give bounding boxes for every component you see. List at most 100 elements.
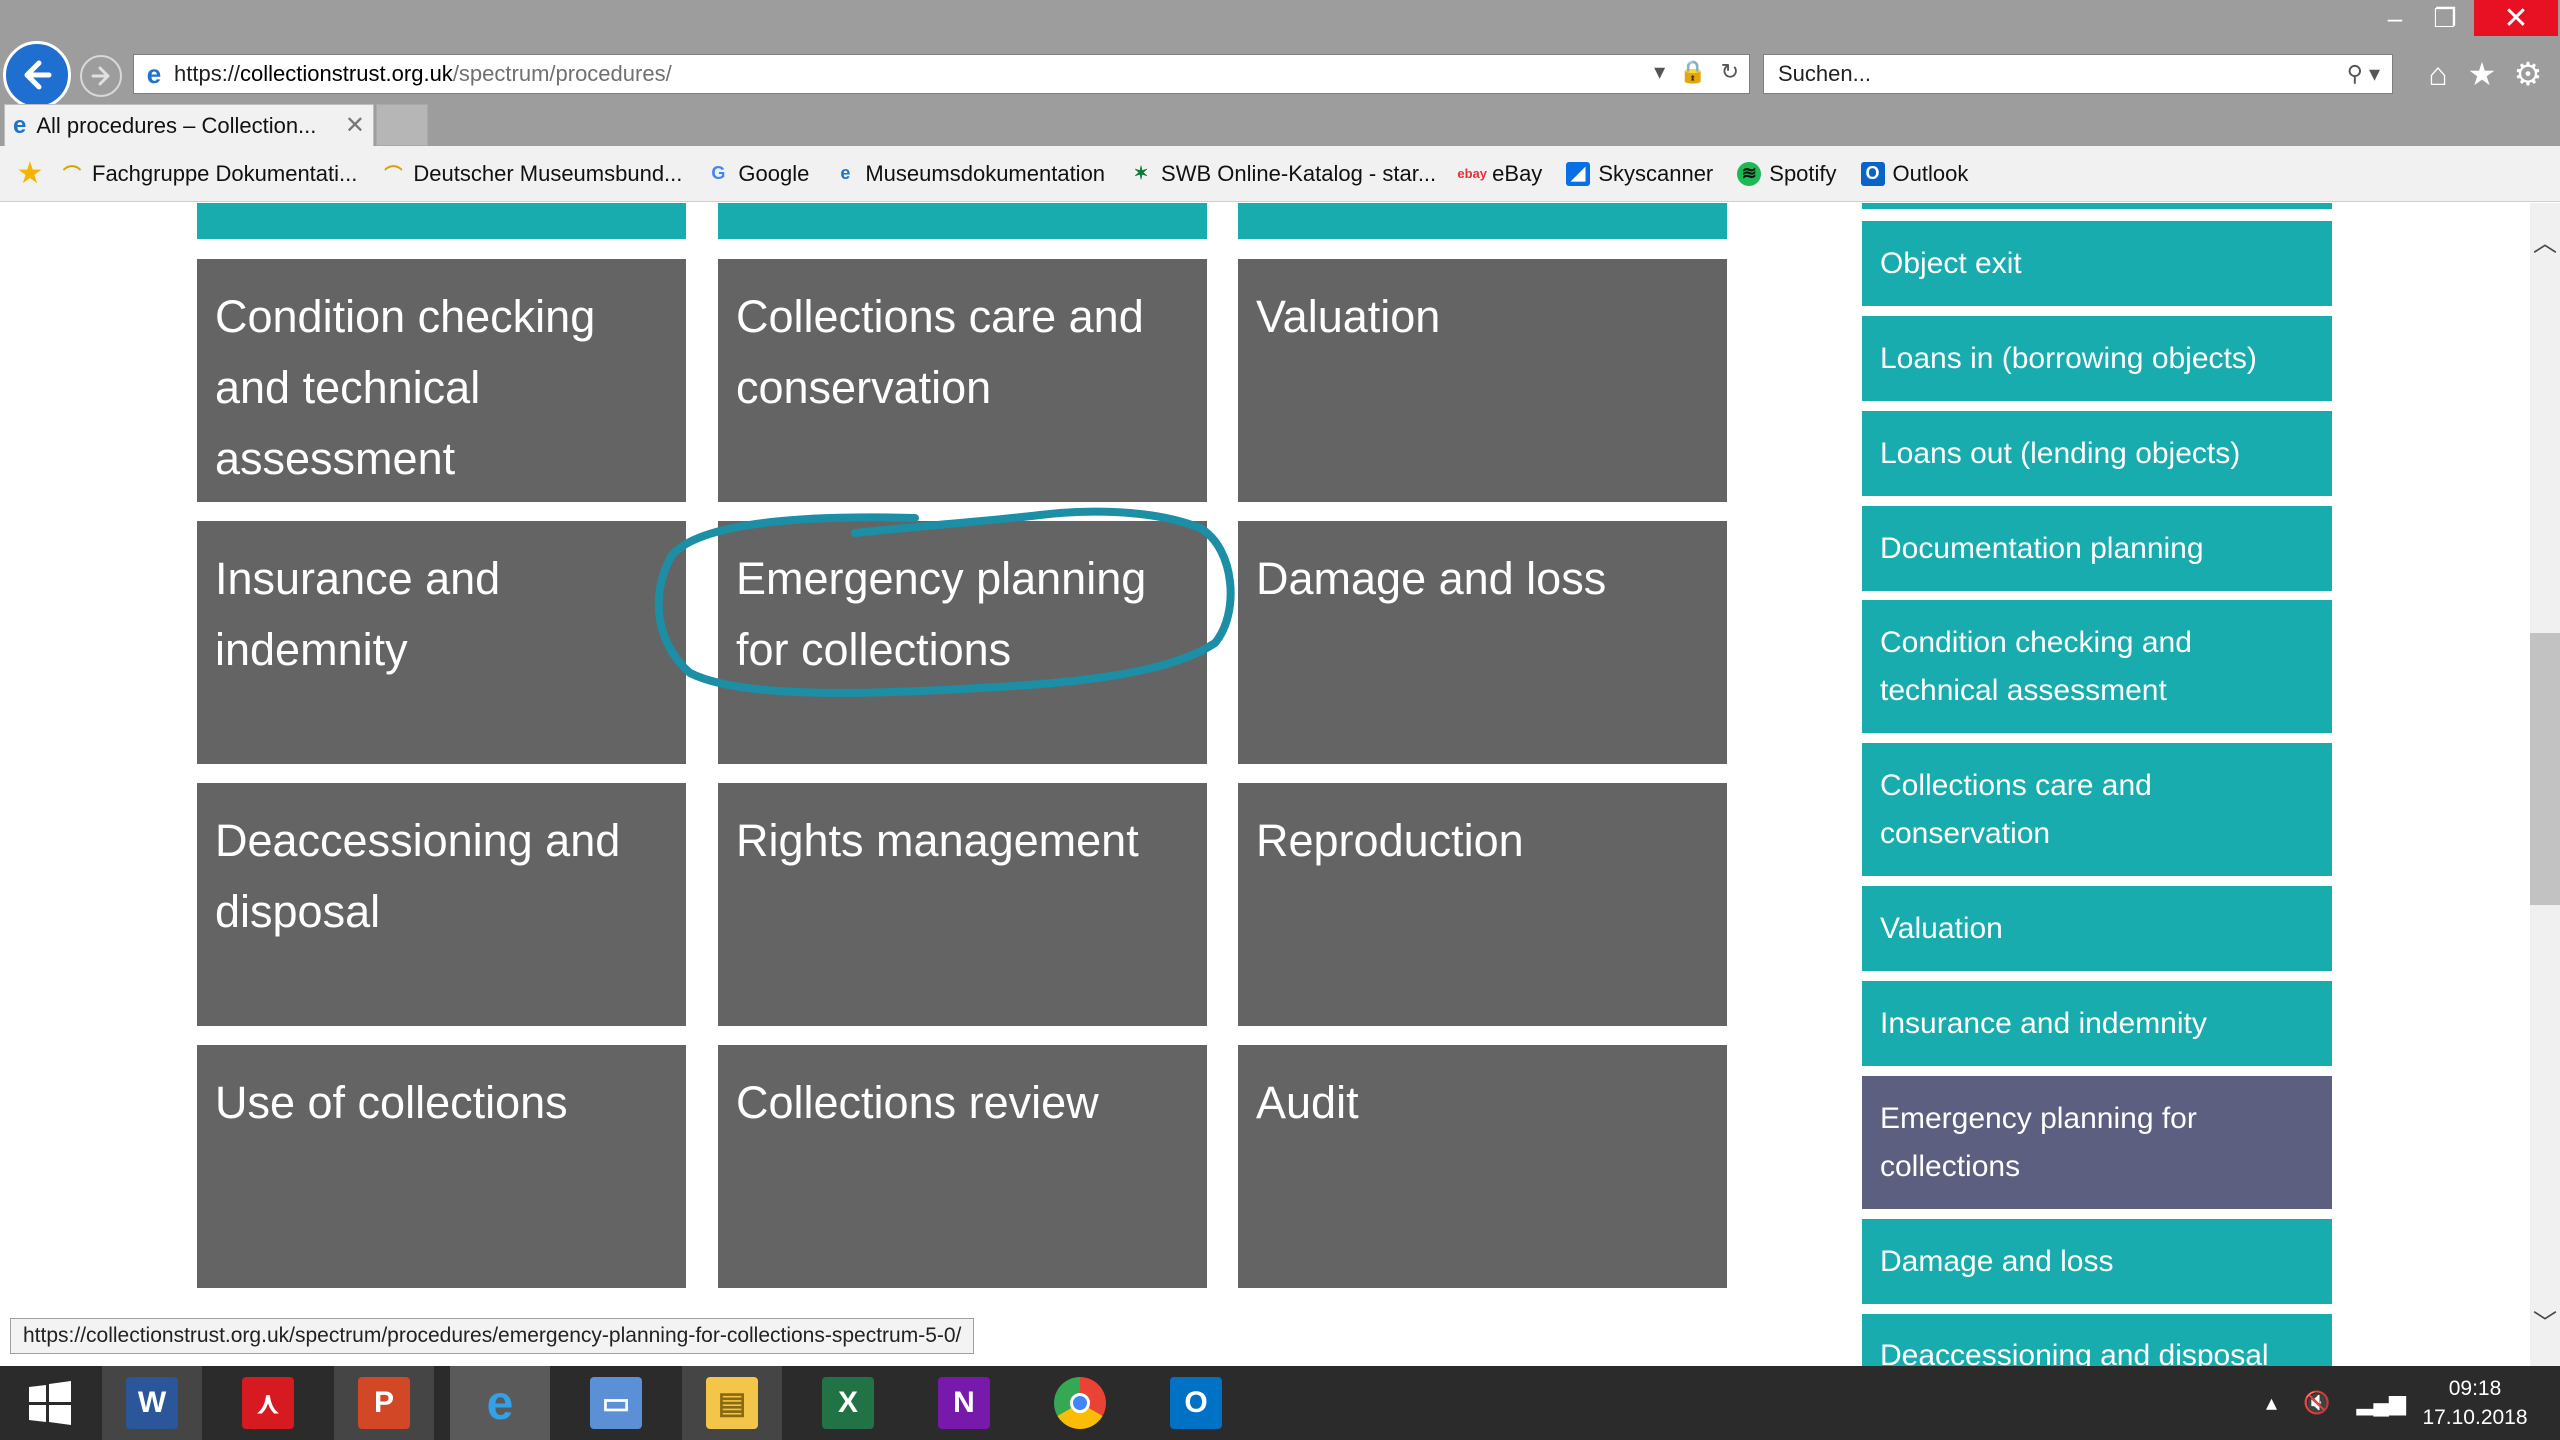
search-icon[interactable]: ⚲ ▾ (2347, 61, 2380, 87)
address-path: /spectrum/procedures/ (452, 61, 672, 86)
volume-muted-icon[interactable]: 🔇 (2303, 1390, 2330, 1416)
taskbar-outlook[interactable]: O (1146, 1366, 1246, 1440)
tab-all-procedures[interactable]: e All procedures – Collection... ✕ (4, 104, 374, 146)
favorite-link[interactable]: ⌒ Deutscher Museumsbund... (381, 161, 682, 187)
taskbar-onenote[interactable]: N (914, 1366, 1014, 1440)
procedure-tile[interactable]: Collections review (718, 1045, 1207, 1288)
google-icon: G (711, 163, 726, 183)
sidebar-item-label: Documentation planning (1880, 531, 2204, 565)
scrollbar-thumb[interactable] (2530, 633, 2560, 905)
sidebar-item[interactable]: Collections care and conservation (1862, 743, 2332, 876)
sidebar-item-cutoff[interactable] (1862, 203, 2332, 209)
address-scheme: https:// (174, 61, 241, 86)
procedure-tile[interactable]: Use of collections (197, 1045, 686, 1288)
scroll-up-arrow-icon[interactable]: ︿ (2530, 223, 2560, 258)
procedure-tile[interactable]: Valuation (1238, 259, 1727, 502)
restore-button[interactable]: ❐ (2420, 0, 2470, 36)
tile-cutoff[interactable] (718, 203, 1207, 239)
sidebar-item[interactable]: Valuation (1862, 886, 2332, 971)
sidebar-item[interactable]: Condition checking and technical assessm… (1862, 600, 2332, 733)
scroll-down-arrow-icon[interactable]: ﹀ (2530, 1303, 2560, 1338)
procedure-tile[interactable]: Reproduction (1238, 783, 1727, 1026)
procedure-tile[interactable]: Rights management (718, 783, 1207, 1026)
favorite-link[interactable]: ebay eBay (1457, 161, 1542, 187)
favorite-link[interactable]: O Outlook (1860, 160, 1969, 187)
address-bar[interactable]: e https://collectionstrust.org.uk/spectr… (133, 54, 1750, 94)
refresh-icon[interactable]: ↻ (1721, 59, 1739, 85)
taskbar-file-explorer[interactable]: ▤ (682, 1366, 782, 1440)
tile-cutoff[interactable] (197, 203, 686, 239)
taskbar-excel[interactable]: X (798, 1366, 898, 1440)
tray-expand-icon[interactable]: ▴ (2266, 1390, 2277, 1416)
procedure-tile[interactable]: Damage and loss (1238, 521, 1727, 764)
procedure-tile[interactable]: Audit (1238, 1045, 1727, 1288)
forward-button[interactable] (80, 55, 122, 97)
sidebar-item[interactable]: Deaccessioning and disposal (1862, 1314, 2332, 1366)
taskbar-clock[interactable]: 09:18 17.10.2018 (2400, 1374, 2550, 1432)
windows-logo-icon (29, 1381, 71, 1425)
taskbar-acrobat[interactable]: ⋏ (218, 1366, 318, 1440)
favorite-label: Outlook (1892, 160, 1969, 186)
taskbar-internet-explorer[interactable]: e (450, 1366, 550, 1440)
network-signal-icon[interactable]: ▂▄▆ (2356, 1390, 2405, 1416)
ie-icon: e (486, 1376, 514, 1430)
procedure-tile-emergency-planning[interactable]: Emergency planning for collections (718, 521, 1207, 764)
close-window-button[interactable]: ✕ (2474, 0, 2558, 36)
tile-label: Valuation (1256, 291, 1441, 342)
tab-close-icon[interactable]: ✕ (345, 111, 365, 140)
page-viewport: Condition checking and technical assessm… (0, 203, 2530, 1366)
sidebar-item-label: Condition checking and technical assessm… (1880, 625, 2192, 707)
lock-icon[interactable]: 🔒 (1679, 59, 1706, 85)
sidebar-item[interactable]: Documentation planning (1862, 506, 2332, 591)
favorite-label: Museumsdokumentation (865, 160, 1106, 186)
settings-gear-icon[interactable]: ⚙ (2508, 54, 2548, 94)
favorite-link[interactable]: e Museumsdokumentation (833, 161, 1105, 187)
new-tab-button[interactable] (376, 104, 428, 146)
ie-page-icon: e (146, 58, 162, 89)
home-icon[interactable]: ⌂ (2418, 54, 2458, 94)
procedure-tile[interactable]: Condition checking and technical assessm… (197, 259, 686, 502)
sidebar-item-active[interactable]: Emergency planning for collections (1862, 1076, 2332, 1209)
minimize-button[interactable]: – (2370, 0, 2420, 36)
taskbar-remote-desktop[interactable]: ▭ (566, 1366, 666, 1440)
address-url[interactable]: https://collectionstrust.org.uk/spectrum… (174, 61, 672, 87)
favorites-star-icon[interactable]: ★ (2462, 54, 2502, 94)
sidebar-item[interactable]: Object exit (1862, 221, 2332, 306)
procedure-tile[interactable]: Deaccessioning and disposal (197, 783, 686, 1026)
vertical-scrollbar[interactable]: ︿ ﹀ (2530, 203, 2560, 1366)
favorite-link[interactable]: ≋ Spotify (1737, 160, 1837, 187)
back-button[interactable] (3, 41, 71, 109)
favorite-label: Deutscher Museumsbund... (413, 160, 683, 186)
favorite-link[interactable]: ✶ SWB Online-Katalog - star... (1129, 161, 1437, 187)
start-button[interactable] (0, 1366, 100, 1440)
procedure-tile[interactable]: Insurance and indemnity (197, 521, 686, 764)
taskbar-word[interactable]: W (102, 1366, 202, 1440)
search-input[interactable]: Suchen... ⚲ ▾ (1763, 54, 2393, 94)
taskbar-powerpoint[interactable]: P (334, 1366, 434, 1440)
tile-label: Condition checking and technical assessm… (215, 291, 596, 484)
sidebar-item[interactable]: Insurance and indemnity (1862, 981, 2332, 1066)
folder-icon: ⌒ (384, 164, 403, 185)
procedure-tile[interactable]: Collections care and conservation (718, 259, 1207, 502)
remote-desktop-icon: ▭ (590, 1377, 642, 1429)
sidebar-item-label: Deaccessioning and disposal (1880, 1339, 2269, 1366)
favorite-link[interactable]: G Google (706, 161, 809, 187)
acrobat-icon: ⋏ (242, 1377, 294, 1429)
tile-cutoff[interactable] (1238, 203, 1727, 239)
browser-chrome: – ❐ ✕ e https://collectionstrust.org.uk/… (0, 0, 2560, 158)
ie-tab-icon: e (13, 111, 27, 139)
add-favorites-star-icon[interactable]: ★ (0, 156, 60, 191)
onenote-icon: N (938, 1377, 990, 1429)
spotify-icon: ≋ (1737, 161, 1762, 186)
sidebar-item[interactable]: Loans in (borrowing objects) (1862, 316, 2332, 401)
favorite-link[interactable]: ⌒ Fachgruppe Dokumentati... (60, 161, 357, 187)
ie-icon: e (840, 163, 851, 183)
sidebar-item[interactable]: Loans out (lending objects) (1862, 411, 2332, 496)
favorite-link[interactable]: ◢ Skyscanner (1566, 161, 1713, 187)
address-dropdown-icon[interactable]: ▾ (1654, 59, 1665, 85)
powerpoint-icon: P (358, 1377, 410, 1429)
sidebar-item[interactable]: Damage and loss (1862, 1219, 2332, 1304)
favorite-label: Spotify (1769, 160, 1837, 186)
tile-label: Emergency planning for collections (736, 553, 1147, 675)
taskbar-chrome[interactable] (1030, 1366, 1130, 1440)
